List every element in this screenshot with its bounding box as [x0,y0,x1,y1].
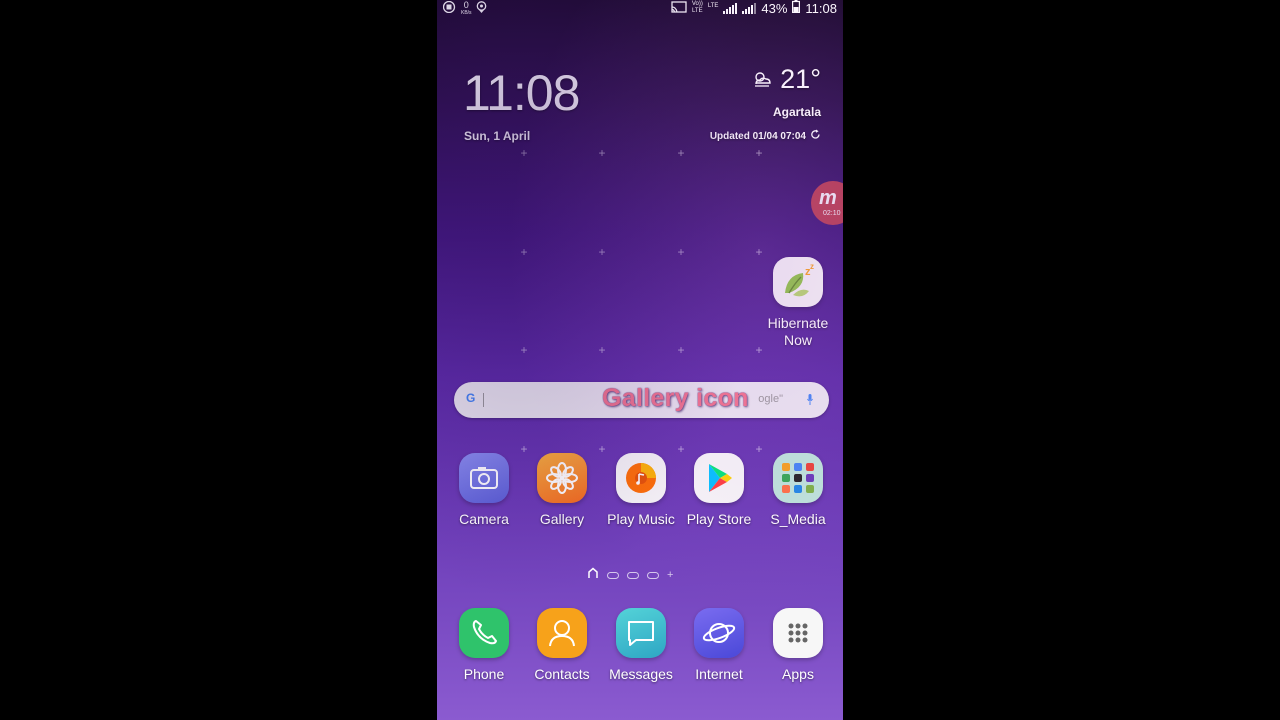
messages-icon [616,608,666,658]
lte2-label: LTE [707,2,719,9]
microphone-icon[interactable] [807,392,813,405]
add-page-icon[interactable]: + [667,569,673,581]
cast-icon [671,0,687,16]
grid-plus-marker: + [755,245,763,259]
dock-phone[interactable]: Phone [444,608,524,682]
weather-updated-text: Updated 01/04 07:04 [709,130,806,142]
phone-icon [459,608,509,658]
page-dot[interactable] [647,571,659,579]
dock-contacts[interactable]: Contacts [522,608,602,682]
grid-plus-marker: + [520,245,528,259]
grid-plus-marker: + [598,146,606,160]
lte-indicator: LTE [708,3,719,10]
app-gallery[interactable]: Gallery [522,453,602,527]
hibernate-leaf-icon: z z [773,257,823,307]
app-camera[interactable]: Camera [444,453,524,527]
volte-label: Vo)) [691,1,703,7]
messages-label: Messages [609,666,673,682]
hibernate-label-line1: Hibernate [767,315,829,331]
play-store-label: Play Store [686,511,752,527]
contacts-icon [537,608,587,658]
grid-plus-marker: + [677,245,685,259]
data-rate-indicator: 0 KB/s [461,0,472,16]
battery-icon [792,0,801,16]
clock-time[interactable]: 11:08 [463,64,580,122]
screen-recorder-bubble[interactable]: m 02:10 [811,181,843,225]
refresh-icon[interactable] [810,129,821,143]
page-dot[interactable] [607,571,619,579]
grid-plus-marker: + [677,146,685,160]
home-page-icon[interactable] [587,566,599,584]
grid-plus-marker: + [520,146,528,160]
signal-strength-icon-2 [742,2,757,14]
google-logo-icon: G [466,391,476,405]
grid-plus-marker: + [520,343,528,357]
recorder-logo: m [819,187,837,209]
data-rate-value: 0 [463,0,469,10]
contacts-label: Contacts [534,666,590,682]
grid-plus-marker: + [755,146,763,160]
page-indicator[interactable]: + [587,566,673,584]
grid-plus-marker: + [598,245,606,259]
s-media-label: S_Media [770,511,826,527]
notification-icon [442,0,457,16]
apps-grid-icon [773,608,823,658]
weather-temperature: 21° [780,64,821,94]
grid-plus-marker: + [677,343,685,357]
grid-plus-marker: + [598,343,606,357]
play-music-label: Play Music [607,511,675,527]
clock-date: Sun, 1 April [464,129,531,143]
gallery-flower-icon [537,453,587,503]
play-store-icon [694,453,744,503]
weather-updated-row: Updated 01/04 07:04 [710,129,821,143]
dock-messages[interactable]: Messages [601,608,681,682]
hibernate-label-line2: Now [783,332,812,348]
status-bar-right: Vo)) LTE LTE 43% 11:08 [671,0,837,16]
battery-percentage: 43% [761,0,788,16]
search-caret [483,393,484,407]
gallery-label: Gallery [539,511,585,527]
internet-label: Internet [695,666,743,682]
folder-icon [773,453,823,503]
phone-label: Phone [463,666,505,682]
apps-label: Apps [782,666,814,682]
video-overlay-caption: Gallery icon [602,384,749,412]
status-time: 11:08 [805,0,837,16]
camera-label: Camera [459,511,509,527]
recorder-timer: 02:10 [823,210,841,217]
weather-temperature-group[interactable]: 21° [752,64,821,95]
status-bar-left: 0 KB/s [442,0,487,16]
data-rate-unit: KB/s [461,9,472,16]
cloudy-weather-icon [752,64,774,95]
app-hibernate-now[interactable]: z z Hibernate Now [758,257,838,349]
weather-city: Agartala [772,105,821,119]
dock-apps[interactable]: Apps [758,608,838,682]
location-icon [476,0,487,16]
app-play-music[interactable]: Play Music [601,453,681,527]
search-hint: ogle" [758,393,783,405]
app-play-store[interactable]: Play Store [679,453,759,527]
signal-strength-icon [723,2,738,14]
dock-internet[interactable]: Internet [679,608,759,682]
app-s-media-folder[interactable]: S_Media [758,453,838,527]
volte-indicator: Vo)) LTE [692,1,703,15]
internet-planet-icon [694,608,744,658]
page-dot[interactable] [627,571,639,579]
camera-icon [459,453,509,503]
svg-text:z: z [810,262,814,271]
lte-label: LTE [692,8,703,14]
play-music-icon [616,453,666,503]
phone-screen: 0 KB/s Vo)) LTE LTE 43% 11:08 11:08 Sun, [437,0,843,720]
